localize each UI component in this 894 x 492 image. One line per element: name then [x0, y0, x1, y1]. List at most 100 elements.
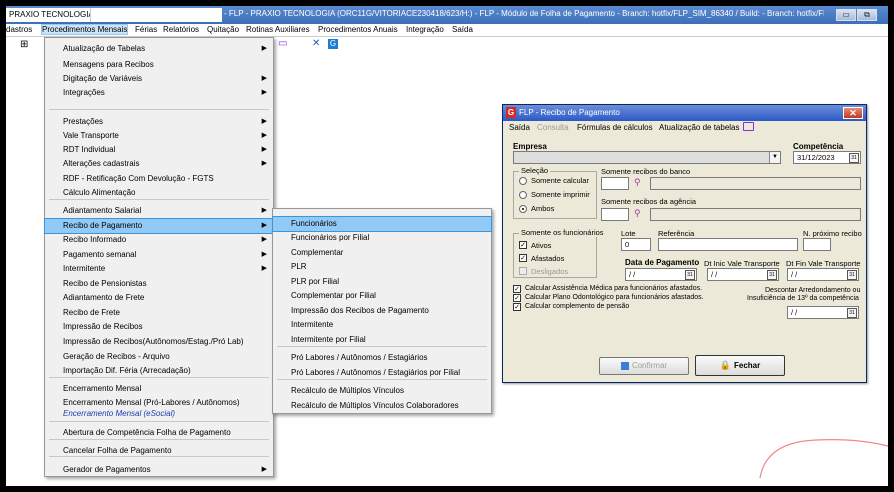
check-odontologico-label: Calcular Plano Odontológico para funcion…	[525, 294, 704, 301]
menu-item-24[interactable]: Encerramento Mensal (eSocial)	[45, 409, 273, 419]
submenu-arrow-icon: ▶	[261, 146, 267, 153]
descontar-date-field[interactable]: / / 31	[787, 306, 859, 319]
dialog-menu-formulas[interactable]: Fórmulas de cálculos	[577, 123, 653, 132]
menu-item-22[interactable]: Encerramento Mensal	[45, 382, 273, 396]
menu-item-25[interactable]: Abertura de Competência Folha de Pagamen…	[45, 426, 273, 440]
dialog-menu-atualizacao[interactable]: Atualização de tabelas	[659, 123, 740, 132]
confirmar-button[interactable]: Confirmar	[599, 357, 689, 375]
menu-item-21[interactable]: Importação Dif. Féria (Arrecadação)	[45, 364, 273, 378]
menu-item-4[interactable]: Prestações ▶	[45, 115, 273, 129]
check-afastados[interactable]: ✓	[519, 254, 527, 262]
maximize-button[interactable]: ⧉	[857, 9, 877, 21]
submenu-item-9[interactable]: Pró Labores / Autônomos / Estagiários	[273, 351, 491, 365]
radio-somente-imprimir[interactable]	[519, 191, 527, 199]
menu-item-17[interactable]: Recibo de Frete	[45, 306, 273, 320]
submenu-item-3[interactable]: PLR	[273, 260, 491, 274]
submenu-item-4[interactable]: PLR por Filial	[273, 275, 491, 289]
menu-cadastros[interactable]: dastros	[6, 25, 32, 34]
calendar-icon[interactable]: 31	[847, 308, 857, 318]
dialog-close-button[interactable]: ✕	[843, 107, 863, 119]
menu-relatorios[interactable]: Relatórios	[163, 25, 199, 34]
submenu-item-2[interactable]: Complementar	[273, 246, 491, 260]
menu-item-9[interactable]: Cálculo Alimentação	[45, 186, 273, 200]
menu-item-23[interactable]: Encerramento Mensal (Pró-Labores / Autôn…	[45, 396, 273, 410]
competencia-field[interactable]: 31/12/2023 31	[793, 151, 861, 164]
dt-fin-vt-field[interactable]: / / 31	[787, 268, 859, 281]
submenu-item-12[interactable]: Recálculo de Múltiplos Vínculos Colabora…	[273, 399, 491, 413]
menu-procedimentos-mensais[interactable]: Procedimentos Mensais	[40, 24, 129, 35]
menu-saida[interactable]: Saída	[452, 25, 473, 34]
monitor-icon[interactable]: ▭	[278, 39, 287, 49]
referencia-field[interactable]	[658, 238, 798, 251]
lote-field[interactable]: 0	[621, 238, 651, 251]
menu-item-1[interactable]: Mensagens para Recibos	[45, 58, 273, 72]
check-pensao[interactable]: ✓	[513, 303, 521, 311]
menu-separator	[49, 109, 269, 110]
menu-item-16[interactable]: Adiantamento de Frete	[45, 291, 273, 305]
descontar-label-2: Insuficiência de 13º da competência	[747, 295, 859, 302]
agencia-field[interactable]	[601, 208, 629, 221]
dialog-menu-saida[interactable]: Saída	[509, 123, 530, 132]
submenu-item-8[interactable]: Intermitente por Filial	[273, 333, 491, 347]
empresa-select[interactable]: ▼	[513, 151, 781, 164]
menu-item-18[interactable]: Impressão de Recibos	[45, 320, 273, 334]
dialog-menu-consulta[interactable]: Consulta	[537, 123, 569, 132]
agencia-label: Somente recibos da agência	[601, 197, 697, 206]
tools-icon[interactable]: ✕	[312, 39, 320, 49]
menu-item-19[interactable]: Impressão de Recibos(Autônomos/Estag./Pr…	[45, 335, 273, 349]
menu-integracao[interactable]: Integração	[406, 25, 444, 34]
menu-quitacao[interactable]: Quitação	[207, 25, 239, 34]
menu-ferias[interactable]: Férias	[135, 25, 157, 34]
radio-ambos[interactable]	[519, 205, 527, 213]
check-assistencia[interactable]: ✓	[513, 285, 521, 293]
menu-rotinas-auxiliares[interactable]: Rotinas Auxiliares	[246, 25, 310, 34]
menu-item-5[interactable]: Vale Transporte ▶	[45, 129, 273, 143]
menu-item-15[interactable]: Recibo de Pensionistas	[45, 277, 273, 291]
banco-field[interactable]	[601, 177, 629, 190]
radio-somente-calcular[interactable]	[519, 177, 527, 185]
menu-item-8[interactable]: RDF - Retificação Com Devolução - FGTS	[45, 172, 273, 186]
submenu-item-10[interactable]: Pró Labores / Autônomos / Estagiários po…	[273, 366, 491, 380]
check-ativos[interactable]: ✓	[519, 241, 527, 249]
menu-item-3[interactable]: Integrações ▶	[45, 86, 273, 100]
menu-item-0[interactable]: Atualização de Tabelas ▶	[45, 42, 273, 56]
submenu-item-5[interactable]: Complementar por Filial	[273, 289, 491, 303]
menu-item-12[interactable]: Recibo Informado ▶	[45, 233, 273, 247]
data-pagamento-value: / /	[629, 270, 636, 279]
chevron-down-icon[interactable]: ▼	[769, 152, 780, 163]
data-pagamento-field[interactable]: / / 31	[625, 268, 697, 281]
calendar-icon[interactable]: 31	[847, 270, 857, 280]
menu-item-26[interactable]: Cancelar Folha de Pagamento	[45, 444, 273, 458]
calendar-icon[interactable]: 31	[849, 153, 859, 163]
search-icon[interactable]: ⚲	[634, 177, 641, 188]
fechar-button[interactable]: 🔒 Fechar	[695, 355, 785, 376]
calendar-icon[interactable]: 31	[685, 270, 695, 280]
menu-item-13[interactable]: Pagamento semanal ▶	[45, 248, 273, 262]
submenu-item-1[interactable]: Funcionários por Filial	[273, 231, 491, 245]
dt-inic-vt-field[interactable]: / / 31	[707, 268, 779, 281]
menu-item-6[interactable]: RDT Individual ▶	[45, 143, 273, 157]
submenu-item-7[interactable]: Intermitente	[273, 318, 491, 332]
menu-item-10[interactable]: Adiantamento Salarial ▶	[45, 204, 273, 218]
menu-item-7[interactable]: Alterações cadastrais ▶	[45, 157, 273, 171]
submenu-item-0[interactable]: Funcionários	[272, 216, 492, 232]
menu-item-2[interactable]: Digitação de Variáveis ▶	[45, 72, 273, 86]
decorative-arc	[759, 439, 888, 478]
submenu-item-11[interactable]: Recálculo de Múltiplos Vínculos	[273, 384, 491, 398]
calendar-icon[interactable]: 31	[767, 270, 777, 280]
proximo-recibo-field[interactable]	[803, 238, 831, 251]
tree-icon[interactable]: ⊞	[20, 39, 28, 50]
submenu-item-6[interactable]: Impressão dos Recibos de Pagamento	[273, 304, 491, 318]
search-icon[interactable]: ⚲	[634, 208, 641, 219]
menu-item-11[interactable]: Recibo de Pagamento ▶	[44, 218, 274, 234]
check-odontologico[interactable]: ✓	[513, 294, 521, 302]
check-desligados[interactable]	[519, 267, 527, 275]
menu-procedimentos-anuais[interactable]: Procedimentos Anuais	[318, 25, 398, 34]
menu-item-20[interactable]: Geração de Recibos - Arquivo	[45, 350, 273, 364]
menu-item-label: Pagamento semanal	[63, 250, 137, 259]
monitor-icon[interactable]	[743, 122, 754, 131]
menu-item-14[interactable]: Intermitente ▶	[45, 262, 273, 276]
menu-item-27[interactable]: Gerador de Pagamentos ▶	[45, 463, 273, 477]
app-icon[interactable]: G	[328, 39, 338, 49]
minimize-button[interactable]: ▭	[836, 9, 856, 21]
